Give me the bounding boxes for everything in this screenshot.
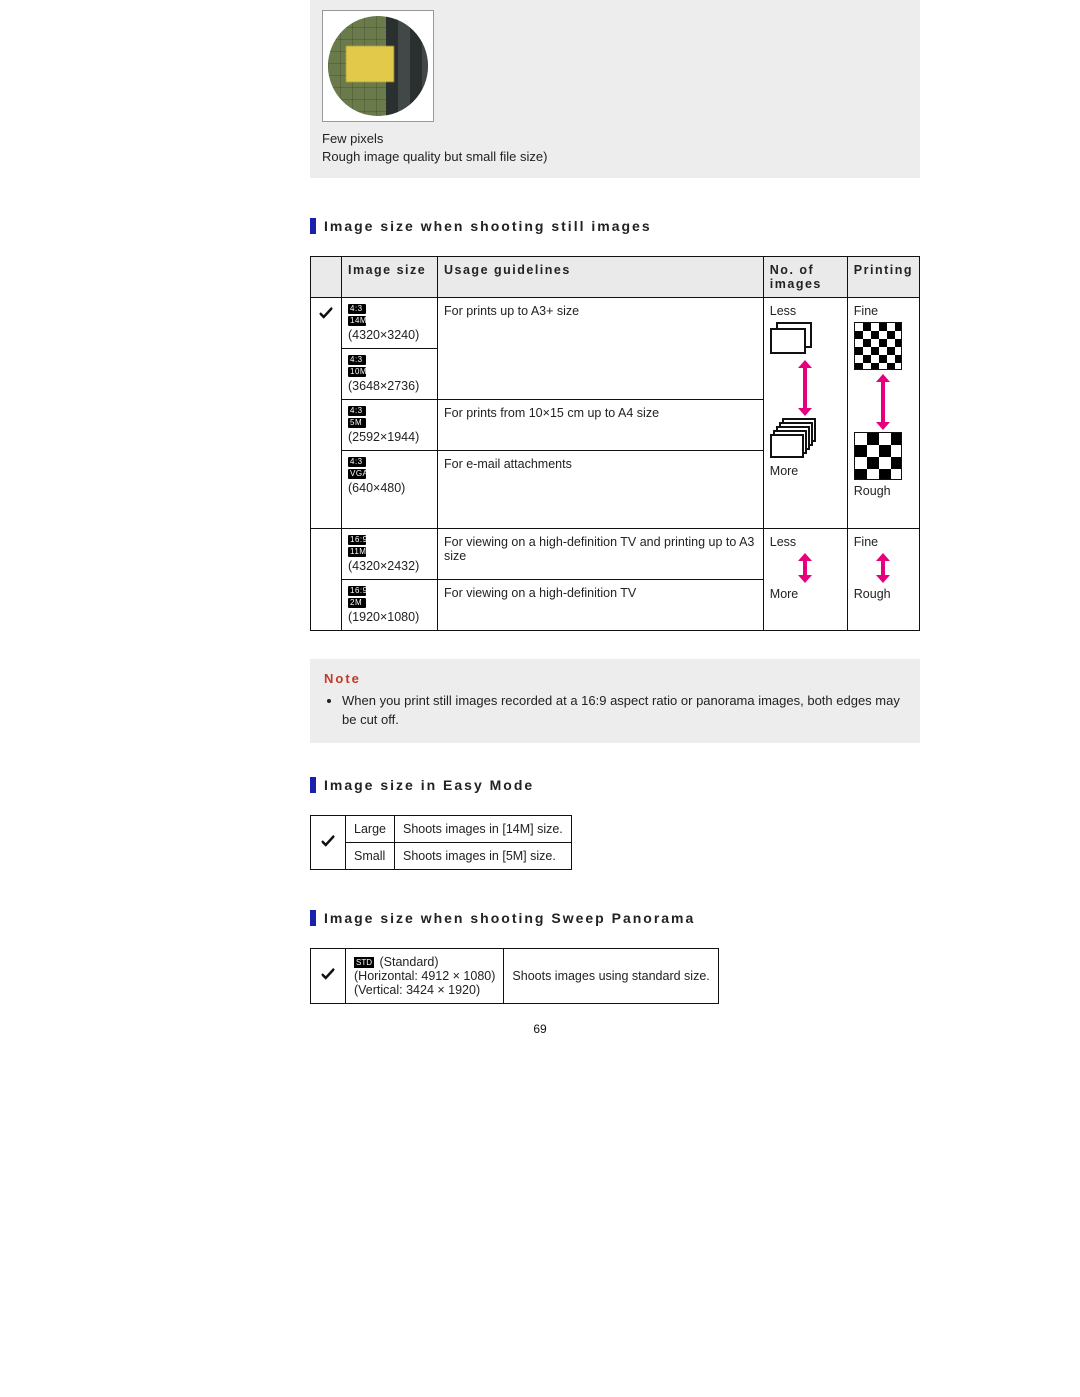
- usage-email: For e-mail attachments: [438, 451, 764, 529]
- check-default-pano: [311, 948, 346, 1003]
- size-vga: 4:3 VGA (640×480): [342, 451, 438, 529]
- page-number: 69: [0, 1022, 1080, 1036]
- th-no-images: No. of images: [763, 257, 847, 298]
- table-still-images: Image size Usage guidelines No. of image…: [310, 256, 920, 631]
- th-image-size: Image size: [342, 257, 438, 298]
- fine-checker-icon: [854, 322, 902, 370]
- th-printing: Printing: [847, 257, 919, 298]
- pixelated-sample-icon: [328, 16, 428, 116]
- printing-range-1: Fine Rough: [847, 298, 919, 529]
- arrow-vertical-icon: [876, 374, 890, 430]
- no-images-range-1: Less More: [763, 298, 847, 529]
- table-easy-mode: Large Shoots images in [14M] size. Small…: [310, 815, 572, 870]
- section-heading-panorama: Image size when shooting Sweep Panorama: [310, 910, 920, 926]
- size-2m: 16:9 2M (1920×1080): [342, 580, 438, 631]
- arrow-vertical-icon: [876, 553, 890, 583]
- pano-size-cell: STD (Standard) (Horizontal: 4912 × 1080)…: [346, 948, 504, 1003]
- no-images-range-2: Less More: [763, 529, 847, 631]
- sample-image-frame: [322, 10, 434, 122]
- size-14m: 4:3 14M (4320×3240): [342, 298, 438, 349]
- arrow-vertical-icon: [798, 360, 812, 416]
- intro-caption-1: Few pixels: [322, 130, 908, 148]
- section-heading-still: Image size when shooting still images: [310, 218, 920, 234]
- check-icon: [317, 304, 335, 322]
- size-11m: 16:9 11M (4320×2432): [342, 529, 438, 580]
- check-icon: [319, 832, 337, 850]
- blank-check-2: [311, 529, 342, 631]
- many-pages-icon: [770, 418, 820, 460]
- arrow-vertical-icon: [798, 553, 812, 583]
- table-panorama: STD (Standard) (Horizontal: 4912 × 1080)…: [310, 948, 719, 1004]
- usage-a3plus: For prints up to A3+ size: [438, 298, 764, 400]
- note-title: Note: [324, 671, 906, 686]
- intro-caption-2: Rough image quality but small file size): [322, 148, 908, 166]
- size-5m: 4:3 5M (2592×1944): [342, 400, 438, 451]
- usage-a4: For prints from 10×15 cm up to A4 size: [438, 400, 764, 451]
- few-pages-icon: [770, 322, 814, 356]
- easy-large-label: Large: [346, 815, 395, 842]
- note-panel: Note When you print still images recorde…: [310, 659, 920, 742]
- usage-hdtv-a3: For viewing on a high-definition TV and …: [438, 529, 764, 580]
- easy-large-desc: Shoots images in [14M] size.: [394, 815, 571, 842]
- size-10m: 4:3 10M (3648×2736): [342, 349, 438, 400]
- th-usage: Usage guidelines: [438, 257, 764, 298]
- easy-small-desc: Shoots images in [5M] size.: [394, 842, 571, 869]
- usage-hdtv: For viewing on a high-definition TV: [438, 580, 764, 631]
- th-blank: [311, 257, 342, 298]
- check-icon: [319, 965, 337, 983]
- intro-panel: Few pixels Rough image quality but small…: [310, 0, 920, 178]
- printing-range-2: Fine Rough: [847, 529, 919, 631]
- pano-desc: Shoots images using standard size.: [504, 948, 718, 1003]
- rough-checker-icon: [854, 432, 902, 480]
- note-item: When you print still images recorded at …: [342, 692, 906, 728]
- section-heading-easy: Image size in Easy Mode: [310, 777, 920, 793]
- easy-small-label: Small: [346, 842, 395, 869]
- check-default-1: [311, 298, 342, 529]
- check-default-easy: [311, 815, 346, 869]
- pano-std-badge: STD: [354, 957, 374, 968]
